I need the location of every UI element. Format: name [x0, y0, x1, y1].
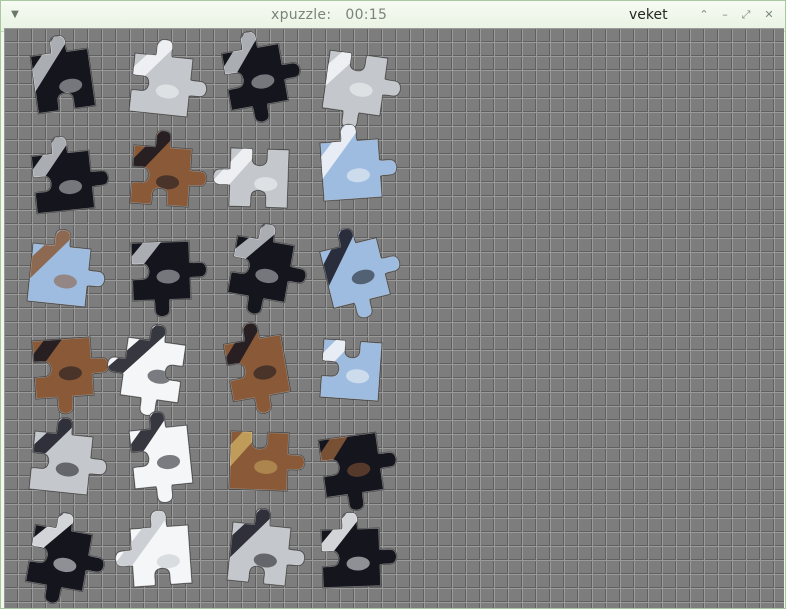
puzzle-piece-shape: [129, 129, 208, 208]
puzzle-piece[interactable]: [209, 217, 313, 321]
puzzle-piece-shape: [318, 123, 398, 202]
app-name: xpuzzle:: [271, 7, 332, 23]
window-title: xpuzzle: 00:15: [271, 7, 387, 23]
close-icon[interactable]: ✕: [762, 8, 776, 22]
puzzle-piece[interactable]: [12, 414, 111, 513]
puzzle-piece-shape: [220, 321, 292, 414]
puzzle-piece-shape: [29, 135, 110, 215]
chevron-up-icon[interactable]: ⌃: [697, 8, 711, 22]
puzzle-board[interactable]: [4, 28, 784, 608]
timer: 00:15: [345, 7, 388, 23]
triangle-down-icon[interactable]: ▼: [7, 7, 23, 23]
puzzle-piece[interactable]: [304, 511, 398, 604]
puzzle-piece-shape: [224, 223, 307, 315]
puzzle-piece-shape: [228, 430, 306, 492]
puzzle-piece-shape: [226, 507, 306, 587]
puzzle-piece[interactable]: [113, 128, 209, 224]
puzzle-piece[interactable]: [7, 506, 111, 608]
puzzle-window: ▼ xpuzzle: 00:15 veket ⌃ – ⤢ ✕: [0, 0, 786, 609]
puzzle-piece-shape: [128, 38, 208, 118]
puzzle-piece[interactable]: [203, 28, 307, 129]
puzzle-piece[interactable]: [300, 218, 409, 327]
puzzle-piece[interactable]: [210, 505, 309, 604]
puzzle-piece[interactable]: [12, 30, 114, 132]
puzzle-piece[interactable]: [113, 508, 209, 604]
puzzle-piece[interactable]: [304, 32, 406, 134]
puzzle-piece-shape: [114, 509, 193, 588]
puzzle-piece-shape: [130, 240, 208, 318]
puzzle-piece[interactable]: [205, 316, 309, 420]
puzzle-piece[interactable]: [112, 36, 211, 135]
owner-name: veket: [629, 7, 668, 23]
puzzle-piece[interactable]: [303, 322, 399, 418]
puzzle-piece-shape: [22, 512, 105, 604]
puzzle-piece[interactable]: [15, 320, 111, 416]
puzzle-piece-shape: [218, 30, 301, 123]
puzzle-piece[interactable]: [10, 226, 109, 325]
puzzle-piece-shape: [319, 338, 383, 402]
puzzle-piece[interactable]: [300, 414, 402, 516]
puzzle-piece[interactable]: [114, 224, 208, 318]
puzzle-piece-shape: [127, 410, 194, 504]
puzzle-piece[interactable]: [102, 319, 204, 421]
minimize-icon[interactable]: –: [718, 8, 732, 22]
maximize-icon[interactable]: ⤢: [739, 8, 753, 22]
puzzle-piece[interactable]: [212, 414, 306, 507]
puzzle-piece-shape: [320, 511, 398, 589]
puzzle-piece-shape: [317, 429, 398, 512]
puzzle-piece-shape: [27, 34, 97, 115]
puzzle-piece[interactable]: [303, 122, 399, 218]
puzzle-piece[interactable]: [112, 408, 211, 507]
puzzle-piece-shape: [28, 416, 108, 496]
puzzle-piece[interactable]: [14, 133, 113, 232]
puzzle-piece-shape: [315, 225, 401, 319]
puzzle-piece-shape: [212, 147, 290, 209]
puzzle-piece[interactable]: [212, 131, 305, 224]
puzzle-piece-shape: [31, 335, 110, 415]
puzzle-piece-shape: [26, 228, 106, 308]
puzzle-piece-shape: [104, 323, 187, 417]
puzzle-piece-shape: [319, 49, 402, 130]
